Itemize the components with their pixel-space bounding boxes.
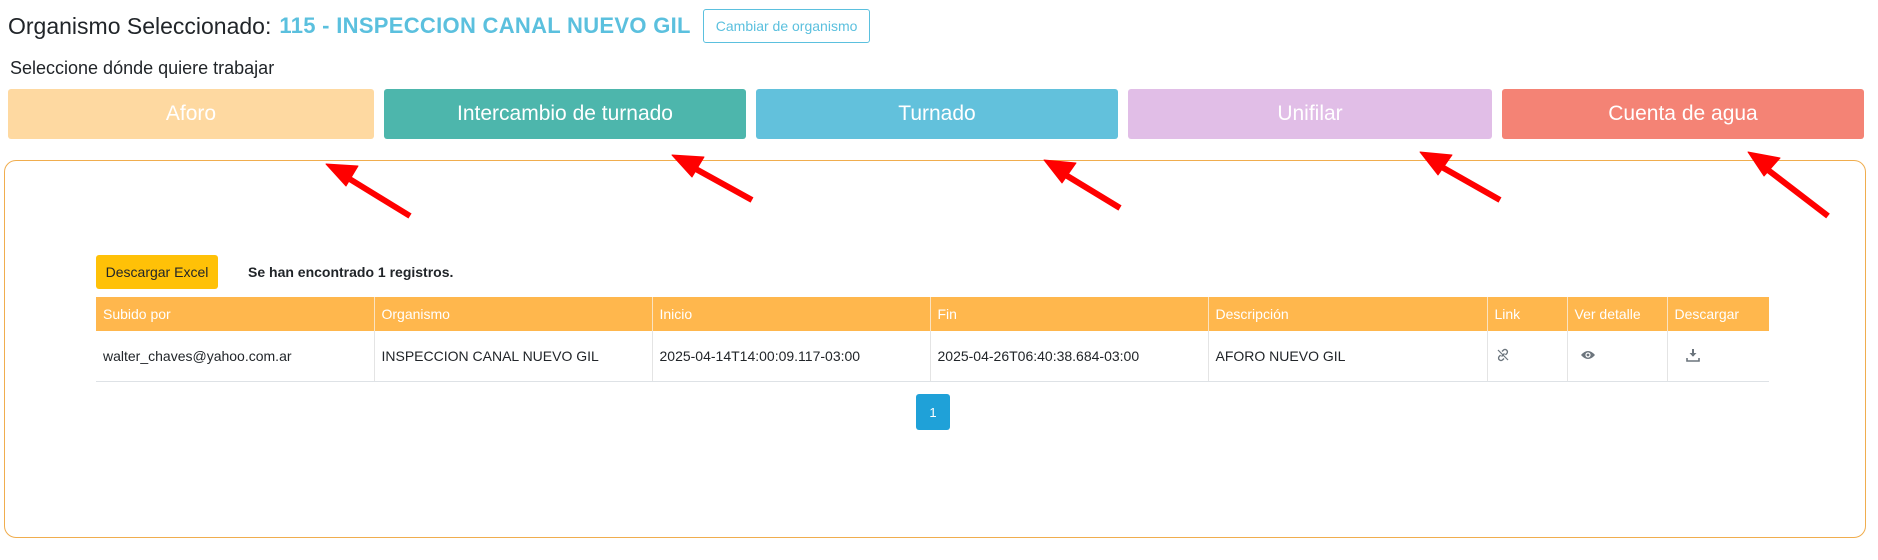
- eye-icon[interactable]: [1580, 348, 1596, 364]
- column-header: Ver detalle: [1567, 297, 1668, 331]
- start-cell: 2025-04-14T14:00:09.117-03:00: [652, 331, 931, 382]
- column-header[interactable]: Fin: [930, 297, 1209, 331]
- cuenta-de-agua-button[interactable]: Cuenta de agua: [1502, 89, 1864, 139]
- end-cell: 2025-04-26T06:40:38.684-03:00: [930, 331, 1209, 382]
- column-header: Descargar: [1667, 297, 1769, 331]
- download-excel-button[interactable]: Descargar Excel: [96, 255, 218, 289]
- unifilar-button[interactable]: Unifilar: [1128, 89, 1492, 139]
- turnado-button[interactable]: Turnado: [756, 89, 1118, 139]
- column-header[interactable]: Inicio: [652, 297, 931, 331]
- selected-organism: 115 - INSPECCION CANAL NUEVO GIL: [279, 13, 691, 38]
- records-count: Se han encontrado 1 registros.: [248, 264, 454, 280]
- column-header[interactable]: Subido por: [96, 297, 375, 331]
- link-cell: [1487, 331, 1568, 382]
- uploaded-by-cell: walter_chaves@yahoo.com.ar: [96, 331, 375, 382]
- download-icon[interactable]: [1685, 348, 1700, 365]
- description-cell: AFORO NUEVO GIL: [1208, 331, 1488, 382]
- organism-label: Organismo Seleccionado:: [8, 12, 272, 39]
- pagination-page-1[interactable]: 1: [916, 394, 950, 430]
- intercambio-turnado-button[interactable]: Intercambio de turnado: [384, 89, 746, 139]
- change-organism-button[interactable]: Cambiar de organismo: [702, 9, 871, 43]
- organism-cell: INSPECCION CANAL NUEVO GIL: [374, 331, 653, 382]
- detail-cell: [1567, 331, 1668, 382]
- table-row: walter_chaves@yahoo.com.ar INSPECCION CA…: [96, 331, 1769, 382]
- section-buttons: Aforo Intercambio de turnado Turnado Uni…: [8, 89, 1870, 139]
- link-off-icon[interactable]: [1495, 347, 1511, 366]
- aforo-button[interactable]: Aforo: [8, 89, 374, 139]
- table-header-row: Subido por Organismo Inicio Fin Descripc…: [96, 297, 1769, 331]
- column-header[interactable]: Descripción: [1208, 297, 1488, 331]
- download-cell: [1667, 331, 1769, 382]
- records-table: Subido por Organismo Inicio Fin Descripc…: [96, 297, 1769, 382]
- page-header: Organismo Seleccionado: 115 - INSPECCION…: [8, 8, 871, 44]
- column-header: Link: [1487, 297, 1568, 331]
- work-area-prompt: Seleccione dónde quiere trabajar: [10, 58, 275, 78]
- column-header[interactable]: Organismo: [374, 297, 653, 331]
